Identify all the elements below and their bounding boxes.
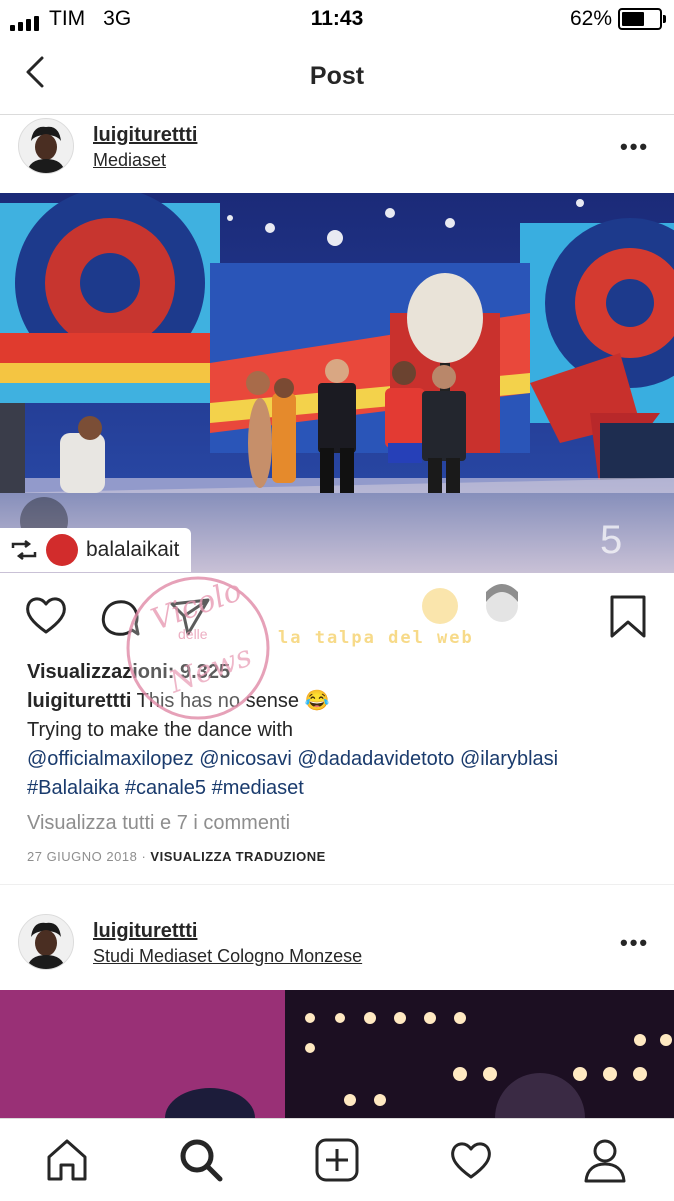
battery-percent: 62%: [569, 7, 612, 30]
search-icon: [180, 1139, 223, 1182]
watermark-characters: [410, 578, 530, 638]
heart-icon: [451, 1142, 491, 1179]
translate-link[interactable]: VISUALIZZA TRADUZIONE: [150, 849, 325, 864]
meta-separator: ·: [141, 849, 147, 864]
caption-hashtags[interactable]: #Balalaika #canale5 #mediaset: [27, 774, 647, 803]
tab-search[interactable]: [178, 1137, 224, 1183]
profile-icon: [584, 1139, 626, 1183]
view-comments-link[interactable]: Visualizza tutti e 7 i commenti: [27, 809, 647, 838]
watermark-line2: delle: [178, 626, 208, 642]
nav-bar: Post: [0, 40, 674, 115]
tab-bar: [0, 1118, 674, 1201]
tab-activity[interactable]: [448, 1137, 494, 1183]
svg-text:5: 5: [600, 518, 622, 562]
caption-mentions[interactable]: @officialmaxilopez @nicosavi @dadadavide…: [27, 745, 647, 774]
tab-home[interactable]: [44, 1137, 90, 1183]
page-title: Post: [309, 62, 365, 90]
next-post-more-button[interactable]: •••: [620, 930, 649, 956]
post-location[interactable]: Mediaset: [93, 150, 166, 171]
next-video-frame: [0, 990, 674, 1118]
repost-avatar: [46, 534, 78, 566]
watermark-logo: Vicolo delle News: [118, 568, 278, 728]
divider: [0, 884, 674, 885]
tab-profile[interactable]: [582, 1137, 628, 1183]
more-options-button[interactable]: •••: [620, 134, 649, 160]
tab-add[interactable]: [314, 1137, 360, 1183]
avatar[interactable]: [18, 118, 74, 174]
home-icon: [47, 1139, 87, 1181]
next-post-username[interactable]: luigiturettti: [93, 920, 197, 943]
post-header: [18, 118, 74, 174]
caption-username[interactable]: luigiturettti: [27, 690, 131, 712]
video-frame: 5: [0, 193, 674, 573]
next-post-header: [18, 914, 74, 970]
repost-icon: [11, 540, 37, 560]
bookmark-icon: [610, 595, 646, 638]
repost-username: balalaikait: [86, 538, 180, 561]
post-meta: 27 GIUGNO 2018 · VISUALIZZA TRADUZIONE: [27, 842, 647, 871]
heart-icon: [26, 597, 66, 634]
like-button[interactable]: [24, 594, 68, 636]
post-username[interactable]: luigiturettti: [93, 124, 197, 147]
battery-status: 62%: [569, 7, 666, 31]
status-bar: TIM 3G 11:43 62%: [0, 0, 674, 40]
post-date: 27 GIUGNO 2018: [27, 849, 138, 864]
battery-icon: [618, 8, 666, 30]
next-post-avatar[interactable]: [18, 914, 74, 970]
save-button[interactable]: [608, 594, 648, 640]
add-icon: [315, 1138, 359, 1182]
post-video[interactable]: 5: [0, 193, 674, 573]
next-post-location[interactable]: Studi Mediaset Cologno Monzese: [93, 946, 362, 967]
repost-attribution[interactable]: balalaikait: [0, 528, 192, 572]
next-post-video[interactable]: [0, 990, 674, 1118]
